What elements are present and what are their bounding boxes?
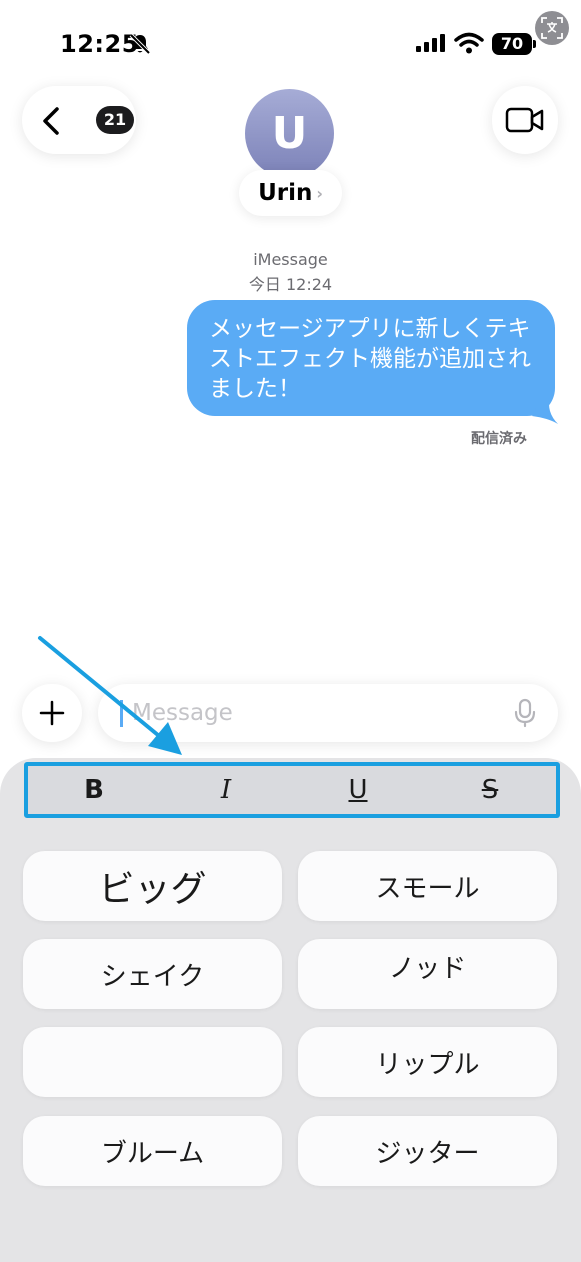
add-attachment-button[interactable] (22, 684, 82, 742)
message-timestamp: 今日 12:24 (248, 275, 333, 294)
italic-button[interactable]: I (160, 766, 292, 814)
avatar-initial: U (271, 108, 308, 159)
translate-button[interactable] (535, 11, 569, 45)
bell-slash-icon (129, 33, 151, 55)
unread-count-badge: 21 (96, 106, 134, 134)
message-text: メッセージアプリに新しくテキストエフェクト機能が追加されました！ (209, 316, 531, 402)
text-caret (120, 700, 123, 727)
text-effects-panel (0, 758, 581, 1262)
cellular-signal-icon (416, 34, 445, 52)
message-input[interactable]: Message (98, 684, 558, 742)
effect-ripple-button[interactable]: リップル (298, 1027, 557, 1097)
effect-jitter-button[interactable]: ジッター (298, 1116, 557, 1186)
battery-icon: 70 (492, 33, 536, 55)
plus-icon (39, 700, 65, 726)
underline-button[interactable]: U (292, 766, 424, 814)
contact-avatar[interactable]: U (245, 89, 334, 178)
status-bar: 12:25 70 (0, 0, 581, 80)
effect-small-button[interactable]: スモール (298, 851, 557, 921)
message-placeholder: Message (132, 700, 233, 726)
service-label: iMessage (253, 250, 328, 269)
effect-nod-button[interactable]: ノッド (298, 939, 557, 1009)
effect-shake-button[interactable]: シェイク (23, 939, 282, 1009)
microphone-icon[interactable] (514, 698, 536, 728)
text-format-bar: B I U S (24, 762, 560, 818)
contact-name-button[interactable]: Urin › (239, 170, 342, 216)
facetime-video-button[interactable] (492, 86, 558, 154)
effect-big-button[interactable]: ビッグ (23, 851, 282, 921)
video-camera-icon (505, 107, 544, 133)
bubble-tail (532, 396, 558, 424)
sent-message-bubble[interactable]: メッセージアプリに新しくテキストエフェクト機能が追加されました！ (187, 300, 555, 416)
wifi-icon (454, 32, 484, 54)
chevron-left-icon (43, 107, 59, 135)
contact-name: Urin (258, 180, 313, 206)
effect-explode-button[interactable] (23, 1027, 282, 1097)
bold-button[interactable]: B (28, 766, 160, 814)
delivery-status: 配信済み (471, 431, 527, 447)
translate-icon (541, 17, 563, 39)
battery-level: 70 (500, 34, 524, 53)
strikethrough-button[interactable]: S (424, 766, 556, 814)
effect-bloom-button[interactable]: ブルーム (23, 1116, 282, 1186)
back-button[interactable]: 21 (22, 86, 136, 154)
chevron-right-icon: › (316, 183, 323, 203)
